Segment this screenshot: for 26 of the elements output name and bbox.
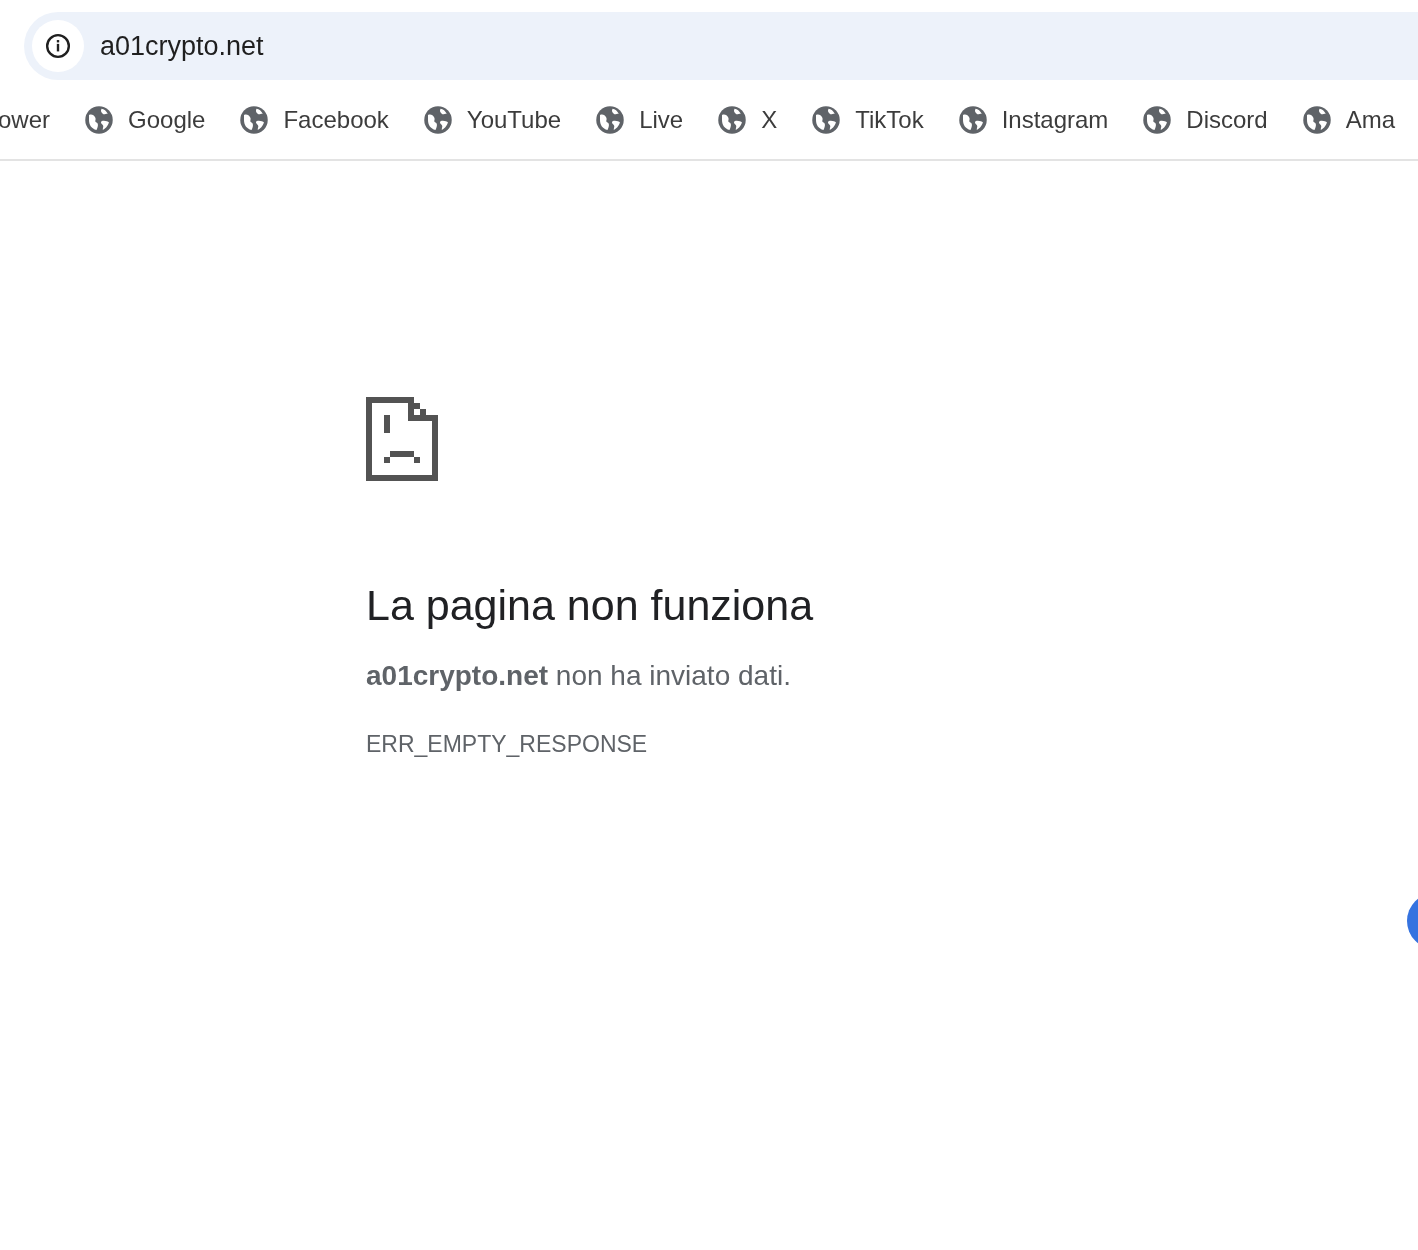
globe-icon [84,104,115,135]
error-heading: La pagina non funziona [366,580,815,631]
bookmark-link[interactable]: Ama [1301,101,1396,138]
error-code: ERR_EMPTY_RESPONSE [366,729,649,759]
globe-icon [1142,104,1173,135]
url-text: a01crypto.net [100,29,264,63]
address-bar[interactable]: a01crypto.net [24,12,1418,80]
site-info-button[interactable] [32,20,84,72]
info-icon [45,33,71,59]
error-message: a01crypto.net non ha inviato dati. [366,658,792,693]
globe-icon [1301,104,1332,135]
globe-icon [811,104,842,135]
bookmark-link[interactable]: Facebook [239,101,389,138]
bookmark-link[interactable]: Discord [1142,101,1268,138]
bookmark-link[interactable]: X [717,101,778,138]
bookmark-link[interactable]: YouTube [422,101,562,138]
bookmark-link[interactable]: Live [595,101,684,138]
globe-icon [422,104,453,135]
bookmark-link[interactable]: Instagram [957,101,1109,138]
sad-page-icon [366,397,438,481]
globe-icon [957,104,988,135]
globe-icon [595,104,626,135]
globe-icon [239,104,270,135]
bookmark-link[interactable]: Google [84,101,206,138]
globe-icon [717,104,748,135]
bookmark-link[interactable]: TikTok [811,101,924,138]
